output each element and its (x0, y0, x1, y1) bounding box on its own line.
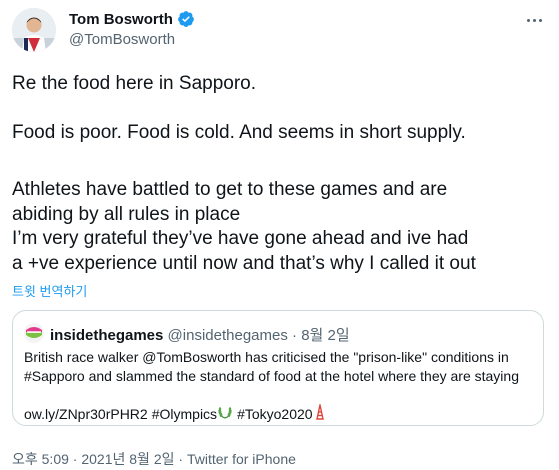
quoted-avatar[interactable] (24, 323, 44, 343)
quoted-handle[interactable]: @insidethegames (168, 327, 288, 344)
author-name-row[interactable]: Tom Bosworth (69, 10, 195, 28)
quoted-display-name[interactable]: insidethegames (50, 327, 163, 344)
verified-badge-icon (177, 10, 195, 28)
hashtag-tokyo2020[interactable]: #Tokyo2020 (237, 406, 313, 422)
quoted-url[interactable]: ow.ly/ZNpr30rPHR2 (24, 406, 148, 422)
tweet-line: I’m very grateful they’ve have gone ahea… (12, 228, 469, 249)
author-display-name[interactable]: Tom Bosworth (69, 11, 173, 28)
tweet-source[interactable]: Twitter for iPhone (187, 451, 296, 467)
separator: · (174, 451, 187, 467)
more-options-icon[interactable] (523, 9, 545, 31)
quoted-line: British race walker @TomBosworth has cri… (24, 349, 509, 365)
quoted-date[interactable]: 8월 2일 (301, 327, 349, 344)
tweet-line: Athletes have battled to get to these ga… (12, 179, 448, 200)
quoted-text: British race walker @TomBosworth has cri… (24, 348, 536, 386)
avatar[interactable] (12, 8, 56, 52)
tweet-line: Re the food here in Sapporo. (12, 73, 257, 94)
tweet-meta: 오후 5:09 · 2021년 8월 2일 · Twitter for iPho… (12, 449, 296, 469)
translate-tweet-link[interactable]: 트윗 번역하기 (12, 281, 87, 300)
quoted-header: insidethegames @insidethegames · 8월 2일 (50, 324, 350, 345)
author-handle[interactable]: @TomBosworth (69, 31, 175, 48)
hashtag-olympics[interactable]: #Olympics (152, 406, 217, 422)
tweet-line: a +ve experience until now and that’s wh… (12, 253, 476, 274)
tweet-date[interactable]: 2021년 8월 2일 (81, 451, 174, 467)
quoted-tweet[interactable]: insidethegames @insidethegames · 8월 2일 B… (12, 310, 544, 426)
separator: · (68, 451, 82, 467)
olympic-laurel-icon (217, 404, 233, 423)
tweet: Tom Bosworth @TomBosworth Re the food he… (0, 0, 559, 470)
tweet-time[interactable]: 오후 5:09 (12, 451, 69, 467)
tokyo-tower-icon (313, 404, 327, 423)
quoted-link-row: ow.ly/ZNpr30rPHR2 #Olympics #Tokyo2020 (24, 404, 327, 423)
tweet-line: Food is poor. Food is cold. And seems in… (12, 122, 466, 143)
separator: · (287, 327, 302, 344)
quoted-line: #Sapporo and slammed the standard of foo… (24, 368, 519, 384)
tweet-line: abiding by all rules in place (12, 204, 241, 225)
